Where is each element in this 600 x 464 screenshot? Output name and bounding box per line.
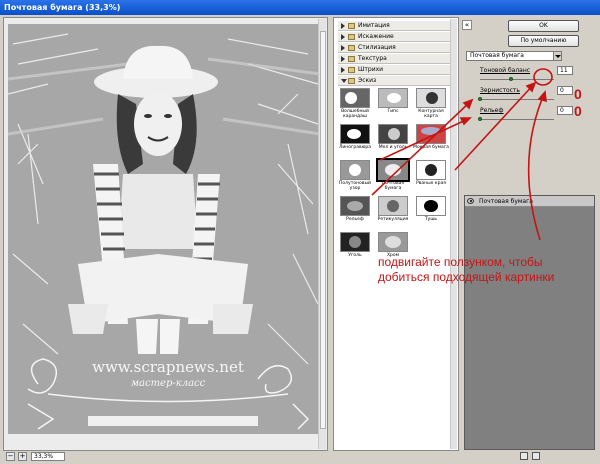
tone-balance-input[interactable]: 11: [557, 66, 573, 75]
zoom-in-button[interactable]: +: [18, 452, 27, 461]
window-title-bar: Почтовая бумага (33,3%): [0, 0, 600, 15]
filter-thumbnails: Волшебный карандаш Гипс Контурная карта …: [337, 88, 453, 268]
filter-thumb[interactable]: Волшебный карандаш: [337, 88, 373, 120]
collapse-gallery-button[interactable]: «: [462, 20, 472, 30]
eye-icon[interactable]: [467, 198, 474, 204]
preview-panel: www.scrapnews.net мастер-класс: [3, 17, 328, 451]
filter-preview-icon: [416, 196, 446, 216]
filter-preview-icon: [378, 124, 408, 144]
filter-thumb[interactable]: Уголь: [337, 232, 373, 264]
zoom-bar: − + 33,3%: [3, 451, 328, 462]
filter-thumb[interactable]: Ретикуляция: [375, 196, 411, 228]
graininess-slider[interactable]: [480, 99, 554, 100]
gallery-scrollbar[interactable]: [450, 19, 457, 449]
chevron-down-icon: [553, 52, 561, 60]
folder-icon: [348, 67, 355, 73]
folder-icon: [348, 56, 355, 62]
filter-thumb[interactable]: Гипс: [375, 88, 411, 120]
param-label-graininess: Зернистость: [480, 87, 520, 94]
folder-icon: [348, 45, 355, 51]
watermark-main: www.scrapnews.net: [92, 358, 244, 376]
graininess-input[interactable]: 0: [557, 86, 573, 95]
filter-thumb[interactable]: Линогравюра: [337, 124, 373, 156]
folder-open-icon: [348, 78, 355, 84]
filter-preview-icon: [340, 196, 370, 216]
filter-thumb[interactable]: Контурная карта: [413, 88, 449, 120]
annotation-zero-mark: 0: [574, 86, 582, 102]
filter-thumb[interactable]: Полутоновый узор: [337, 160, 373, 192]
window-title: Почтовая бумага (33,3%): [4, 3, 121, 12]
folder-stylize[interactable]: Стилизация: [338, 43, 450, 53]
filter-preview-icon: [378, 88, 408, 108]
filter-preview-icon: [416, 124, 446, 144]
annotation-text: подвигайте ползунком, чтобы добиться под…: [378, 255, 555, 284]
filter-gallery: Имитация Искажение Стилизация Текстура Ш…: [333, 17, 459, 451]
layer-controls: [464, 451, 595, 462]
new-layer-icon[interactable]: [520, 452, 528, 460]
filter-thumb[interactable]: Рваные края: [413, 160, 449, 192]
relief-slider-handle[interactable]: [478, 117, 482, 121]
filter-thumb[interactable]: Мокрая бумага: [413, 124, 449, 156]
zoom-out-button[interactable]: −: [6, 452, 15, 461]
folder-strokes[interactable]: Штрихи: [338, 65, 450, 75]
filter-select[interactable]: Почтовая бумага: [466, 51, 562, 61]
expand-triangle-icon: [341, 34, 345, 40]
expand-triangle-icon: [341, 23, 345, 29]
ok-button[interactable]: OK: [508, 20, 579, 32]
filter-thumb[interactable]: Рельеф: [337, 196, 373, 228]
preview-image[interactable]: www.scrapnews.net мастер-класс: [8, 24, 320, 434]
tone-balance-slider[interactable]: [480, 79, 554, 80]
filter-preview-icon: [378, 232, 408, 252]
filter-preview-icon: [340, 124, 370, 144]
filter-preview-icon: [340, 232, 370, 252]
tone-balance-slider-handle[interactable]: [509, 77, 513, 81]
graininess-slider-handle[interactable]: [478, 97, 482, 101]
filter-preview-icon: [416, 160, 446, 180]
default-button[interactable]: По умолчанию: [508, 35, 579, 47]
effect-layer-row[interactable]: Почтовая бумага: [465, 196, 594, 207]
filter-preview-icon: [340, 160, 370, 180]
relief-slider[interactable]: [480, 119, 554, 120]
param-label-relief: Рельеф: [480, 107, 504, 114]
filter-thumb-selected[interactable]: Почтовая бумага: [375, 158, 411, 192]
folder-texture[interactable]: Текстура: [338, 54, 450, 64]
filter-preview-icon: [416, 88, 446, 108]
preview-scroll-thumb[interactable]: [320, 31, 326, 429]
expand-triangle-icon: [341, 45, 345, 51]
folder-icon: [348, 23, 355, 29]
watermark-sub: мастер-класс: [130, 378, 206, 389]
expand-triangle-icon: [341, 56, 345, 62]
annotation-zero-mark: 0: [574, 103, 582, 119]
effect-layers-panel: Почтовая бумага: [464, 195, 595, 450]
expand-triangle-icon: [341, 67, 345, 73]
trash-icon[interactable]: [532, 452, 540, 460]
filter-preview-icon: [340, 88, 370, 108]
param-label-tone-balance: Тоновой баланс: [480, 67, 531, 74]
filter-thumb[interactable]: Тушь: [413, 196, 449, 228]
filter-preview-icon: [378, 196, 408, 216]
folder-icon: [348, 34, 355, 40]
folder-distort[interactable]: Искажение: [338, 32, 450, 42]
folder-sketch[interactable]: Эскиз: [338, 76, 450, 86]
relief-input[interactable]: 0: [557, 106, 573, 115]
filter-thumb[interactable]: Мел и уголь: [375, 124, 411, 156]
folder-imitation[interactable]: Имитация: [338, 21, 450, 31]
preview-scrollbar[interactable]: [318, 19, 326, 449]
filter-select-value: Почтовая бумага: [470, 52, 524, 59]
collapse-triangle-icon: [341, 79, 347, 83]
filter-preview-icon: [376, 158, 410, 182]
zoom-select[interactable]: 33,3%: [31, 452, 65, 461]
